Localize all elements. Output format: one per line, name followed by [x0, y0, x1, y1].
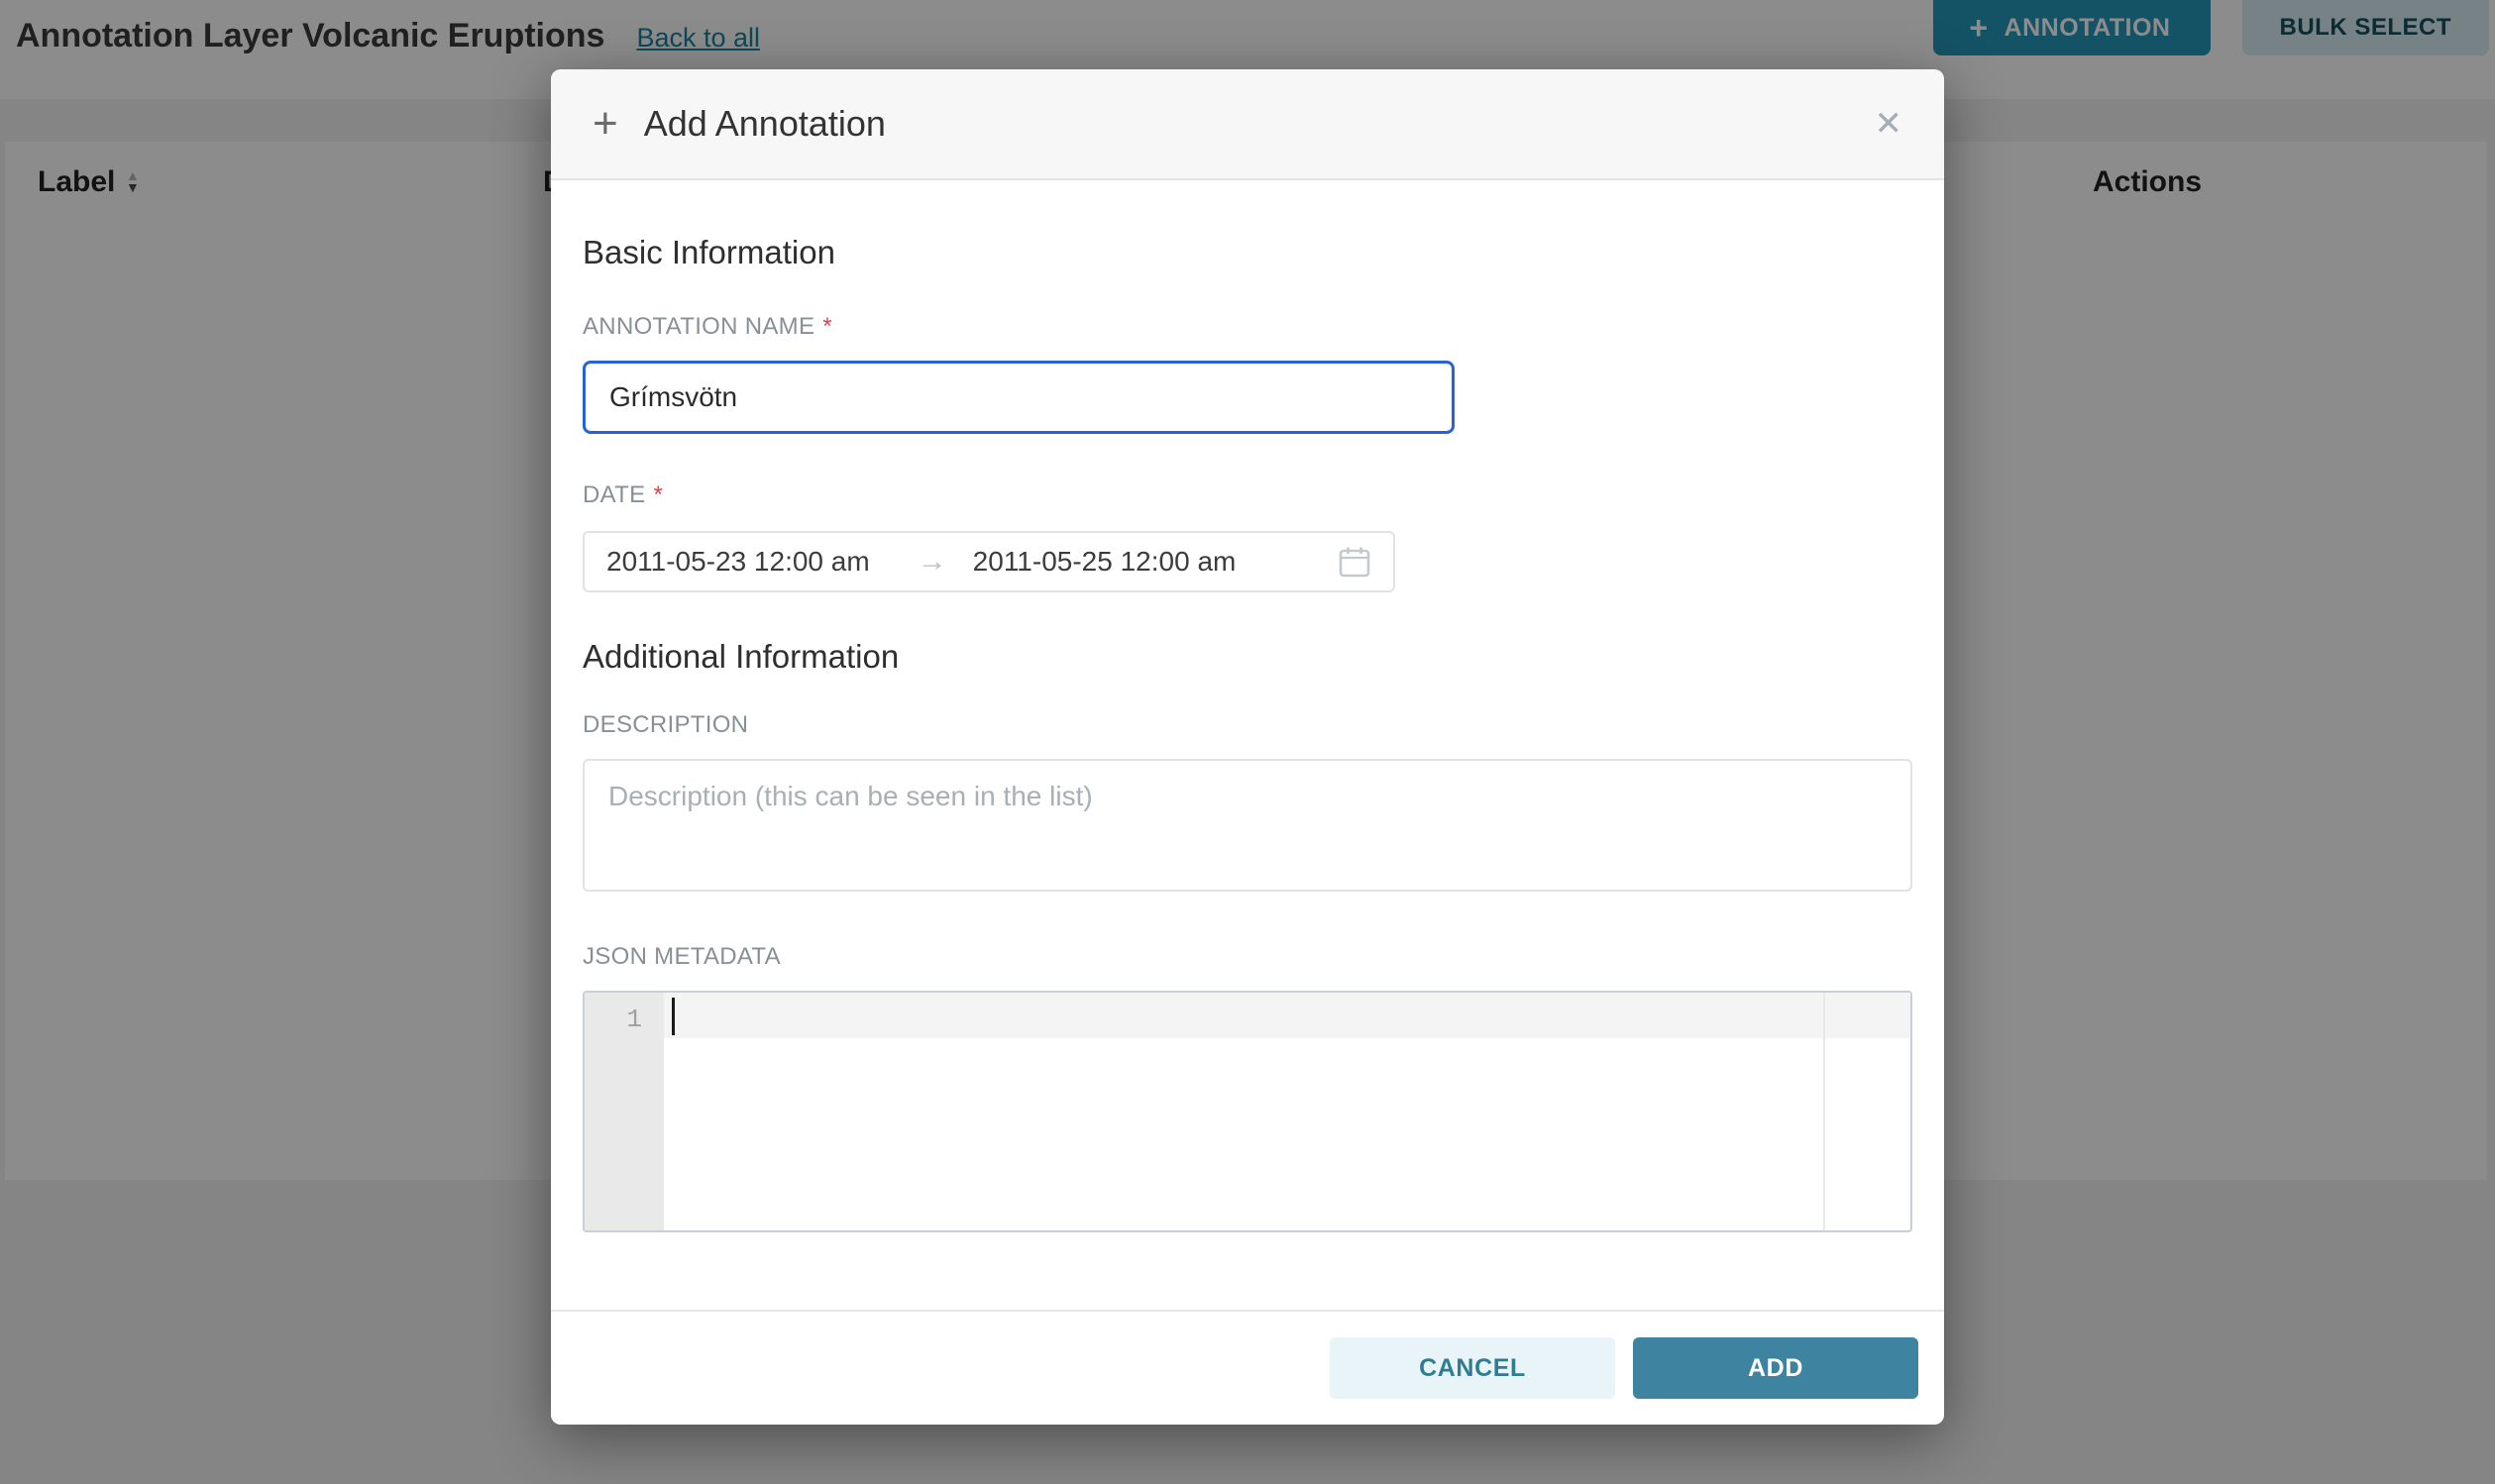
json-editor[interactable]: 1: [583, 991, 1912, 1232]
required-asterisk: *: [653, 481, 663, 508]
editor-line-number: 1: [585, 1001, 664, 1038]
modal-footer: CANCEL ADD: [551, 1310, 1944, 1425]
section-additional-information: Additional Information: [583, 638, 1912, 676]
plus-icon: +: [593, 102, 618, 146]
modal-title: Add Annotation: [644, 103, 886, 145]
json-metadata-label: JSON METADATA: [583, 943, 1912, 971]
date-label: DATE *: [583, 481, 1912, 509]
annotation-name-label: ANNOTATION NAME *: [583, 313, 1912, 341]
date-range-picker[interactable]: 2011-05-23 12:00 am → 2011-05-25 12:00 a…: [583, 531, 1395, 592]
description-textarea[interactable]: [583, 759, 1912, 892]
modal-header: + Add Annotation ✕: [551, 69, 1944, 180]
editor-gutter: 1: [585, 993, 664, 1230]
modal-body: Basic Information ANNOTATION NAME * DATE *…: [551, 180, 1944, 1310]
required-asterisk: *: [822, 313, 832, 340]
description-label: DESCRIPTION: [583, 711, 1912, 739]
date-label-text: DATE: [583, 481, 645, 508]
editor-active-line: [664, 993, 1910, 1038]
date-range-end[interactable]: 2011-05-25 12:00 am: [973, 546, 1237, 578]
editor-text-cursor: [672, 998, 675, 1035]
date-range-start[interactable]: 2011-05-23 12:00 am: [606, 546, 870, 578]
arrow-right-icon: →: [918, 545, 947, 579]
add-button[interactable]: ADD: [1633, 1337, 1918, 1399]
add-annotation-modal: + Add Annotation ✕ Basic Information ANN…: [551, 69, 1944, 1425]
annotation-name-input[interactable]: [583, 361, 1455, 434]
editor-print-margin: [1823, 993, 1825, 1230]
section-basic-information: Basic Information: [583, 234, 1912, 271]
close-icon[interactable]: ✕: [1875, 104, 1903, 144]
annotation-name-label-text: ANNOTATION NAME: [583, 313, 814, 340]
cancel-button[interactable]: CANCEL: [1330, 1337, 1615, 1399]
calendar-icon: [1338, 545, 1371, 579]
